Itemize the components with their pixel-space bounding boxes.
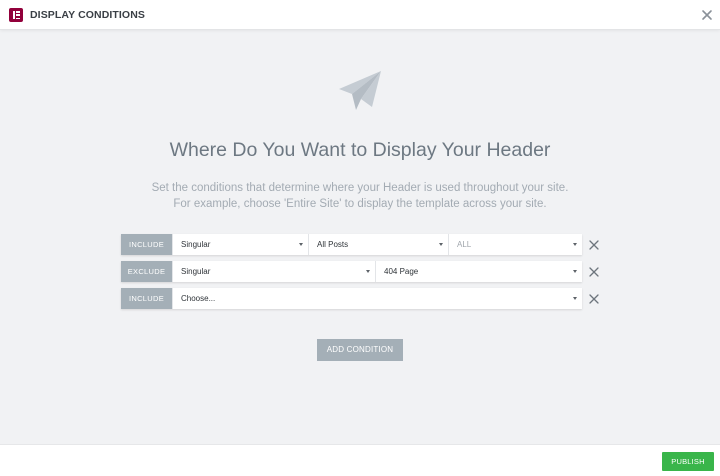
paper-plane-icon [339, 71, 381, 110]
condition-select[interactable]: 404 Page [375, 261, 582, 282]
condition-type-button[interactable]: EXCLUDE [121, 261, 172, 282]
condition-row: EXCLUDE Singular 404 Page [121, 261, 582, 282]
chevron-down-icon [439, 243, 443, 246]
subtitle-line-2: For example, choose 'Entire Site' to dis… [173, 198, 547, 210]
remove-condition-icon[interactable] [589, 267, 599, 277]
chevron-down-icon [299, 243, 303, 246]
page-subtitle: Set the conditions that determine where … [0, 180, 720, 212]
condition-select[interactable]: All Posts [308, 234, 448, 255]
publish-button[interactable]: PUBLISH [662, 452, 714, 471]
modal-header: DISPLAY CONDITIONS [0, 0, 720, 30]
chevron-down-icon [573, 243, 577, 246]
condition-select[interactable]: Singular [172, 261, 375, 282]
page-heading: Where Do You Want to Display Your Header [169, 139, 551, 161]
condition-select[interactable]: Singular [172, 234, 308, 255]
add-condition-button[interactable]: ADD CONDITION [317, 339, 403, 361]
chevron-down-icon [573, 270, 577, 273]
condition-row: INCLUDE Singular All Posts ALL [121, 234, 582, 255]
condition-select[interactable]: ALL [448, 234, 582, 255]
select-value: Singular [181, 267, 211, 276]
select-value: ALL [457, 240, 472, 249]
elementor-logo-icon [9, 8, 23, 22]
select-value: 404 Page [384, 267, 419, 276]
condition-type-button[interactable]: INCLUDE [121, 288, 172, 309]
select-value: All Posts [317, 240, 349, 249]
chevron-down-icon [573, 297, 577, 300]
close-icon[interactable] [700, 8, 714, 22]
select-value: Singular [181, 240, 211, 249]
condition-select[interactable]: Choose... [172, 288, 582, 309]
remove-condition-icon[interactable] [589, 240, 599, 250]
select-value: Choose... [181, 294, 216, 303]
chevron-down-icon [366, 270, 370, 273]
modal-title: DISPLAY CONDITIONS [30, 9, 145, 21]
condition-row: INCLUDE Choose... [121, 288, 582, 309]
remove-condition-icon[interactable] [589, 294, 599, 304]
condition-type-button[interactable]: INCLUDE [121, 234, 172, 255]
modal-footer: PUBLISH [0, 444, 720, 476]
subtitle-line-1: Set the conditions that determine where … [151, 182, 569, 194]
